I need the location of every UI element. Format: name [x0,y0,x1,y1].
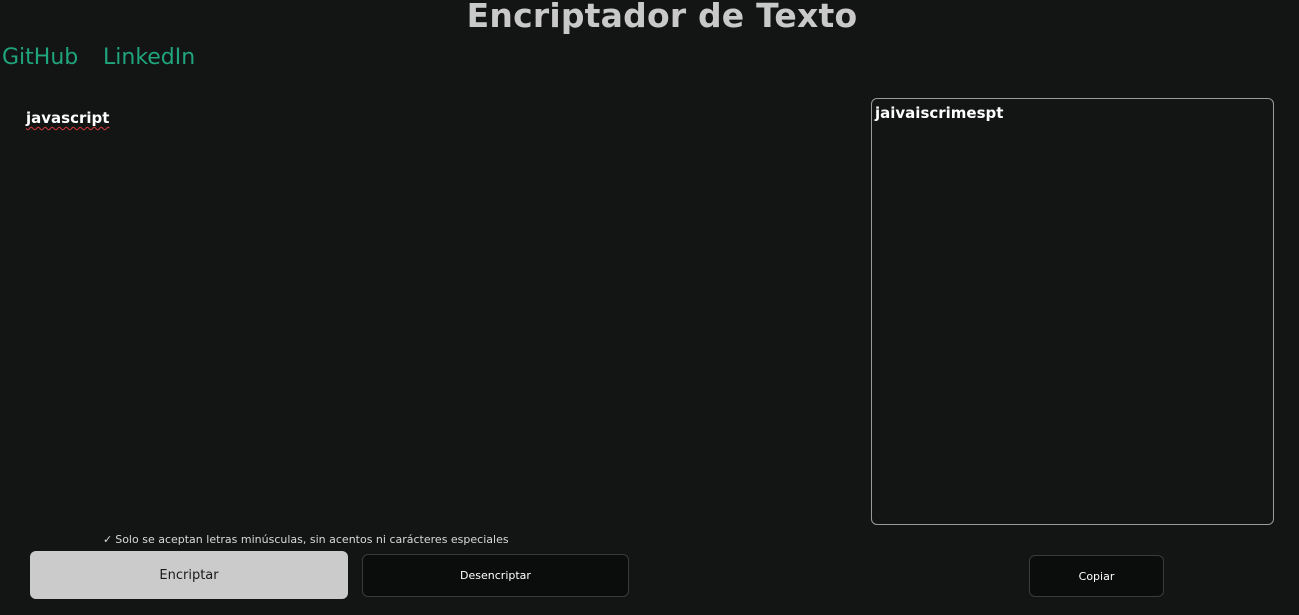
hint-text: Solo se aceptan letras minúsculas, sin a… [115,533,509,546]
page-title: Encriptador de Texto [466,0,858,35]
copy-button[interactable]: Copiar [1029,555,1164,597]
input-hint: ✓ Solo se aceptan letras minúsculas, sin… [103,532,509,547]
decrypt-button[interactable]: Desencriptar [362,554,629,597]
github-link[interactable]: GitHub [2,44,78,72]
encrypt-button[interactable]: Encriptar [30,551,348,599]
encryptor-page: Encriptador de Texto GitHub LinkedIn jav… [0,0,1299,615]
output-text-value: jaivaiscrimespt [875,104,1004,122]
check-icon: ✓ [103,533,113,546]
linkedin-link[interactable]: LinkedIn [103,44,195,72]
input-textarea[interactable] [22,104,850,532]
output-textarea[interactable]: jaivaiscrimespt [871,98,1274,525]
